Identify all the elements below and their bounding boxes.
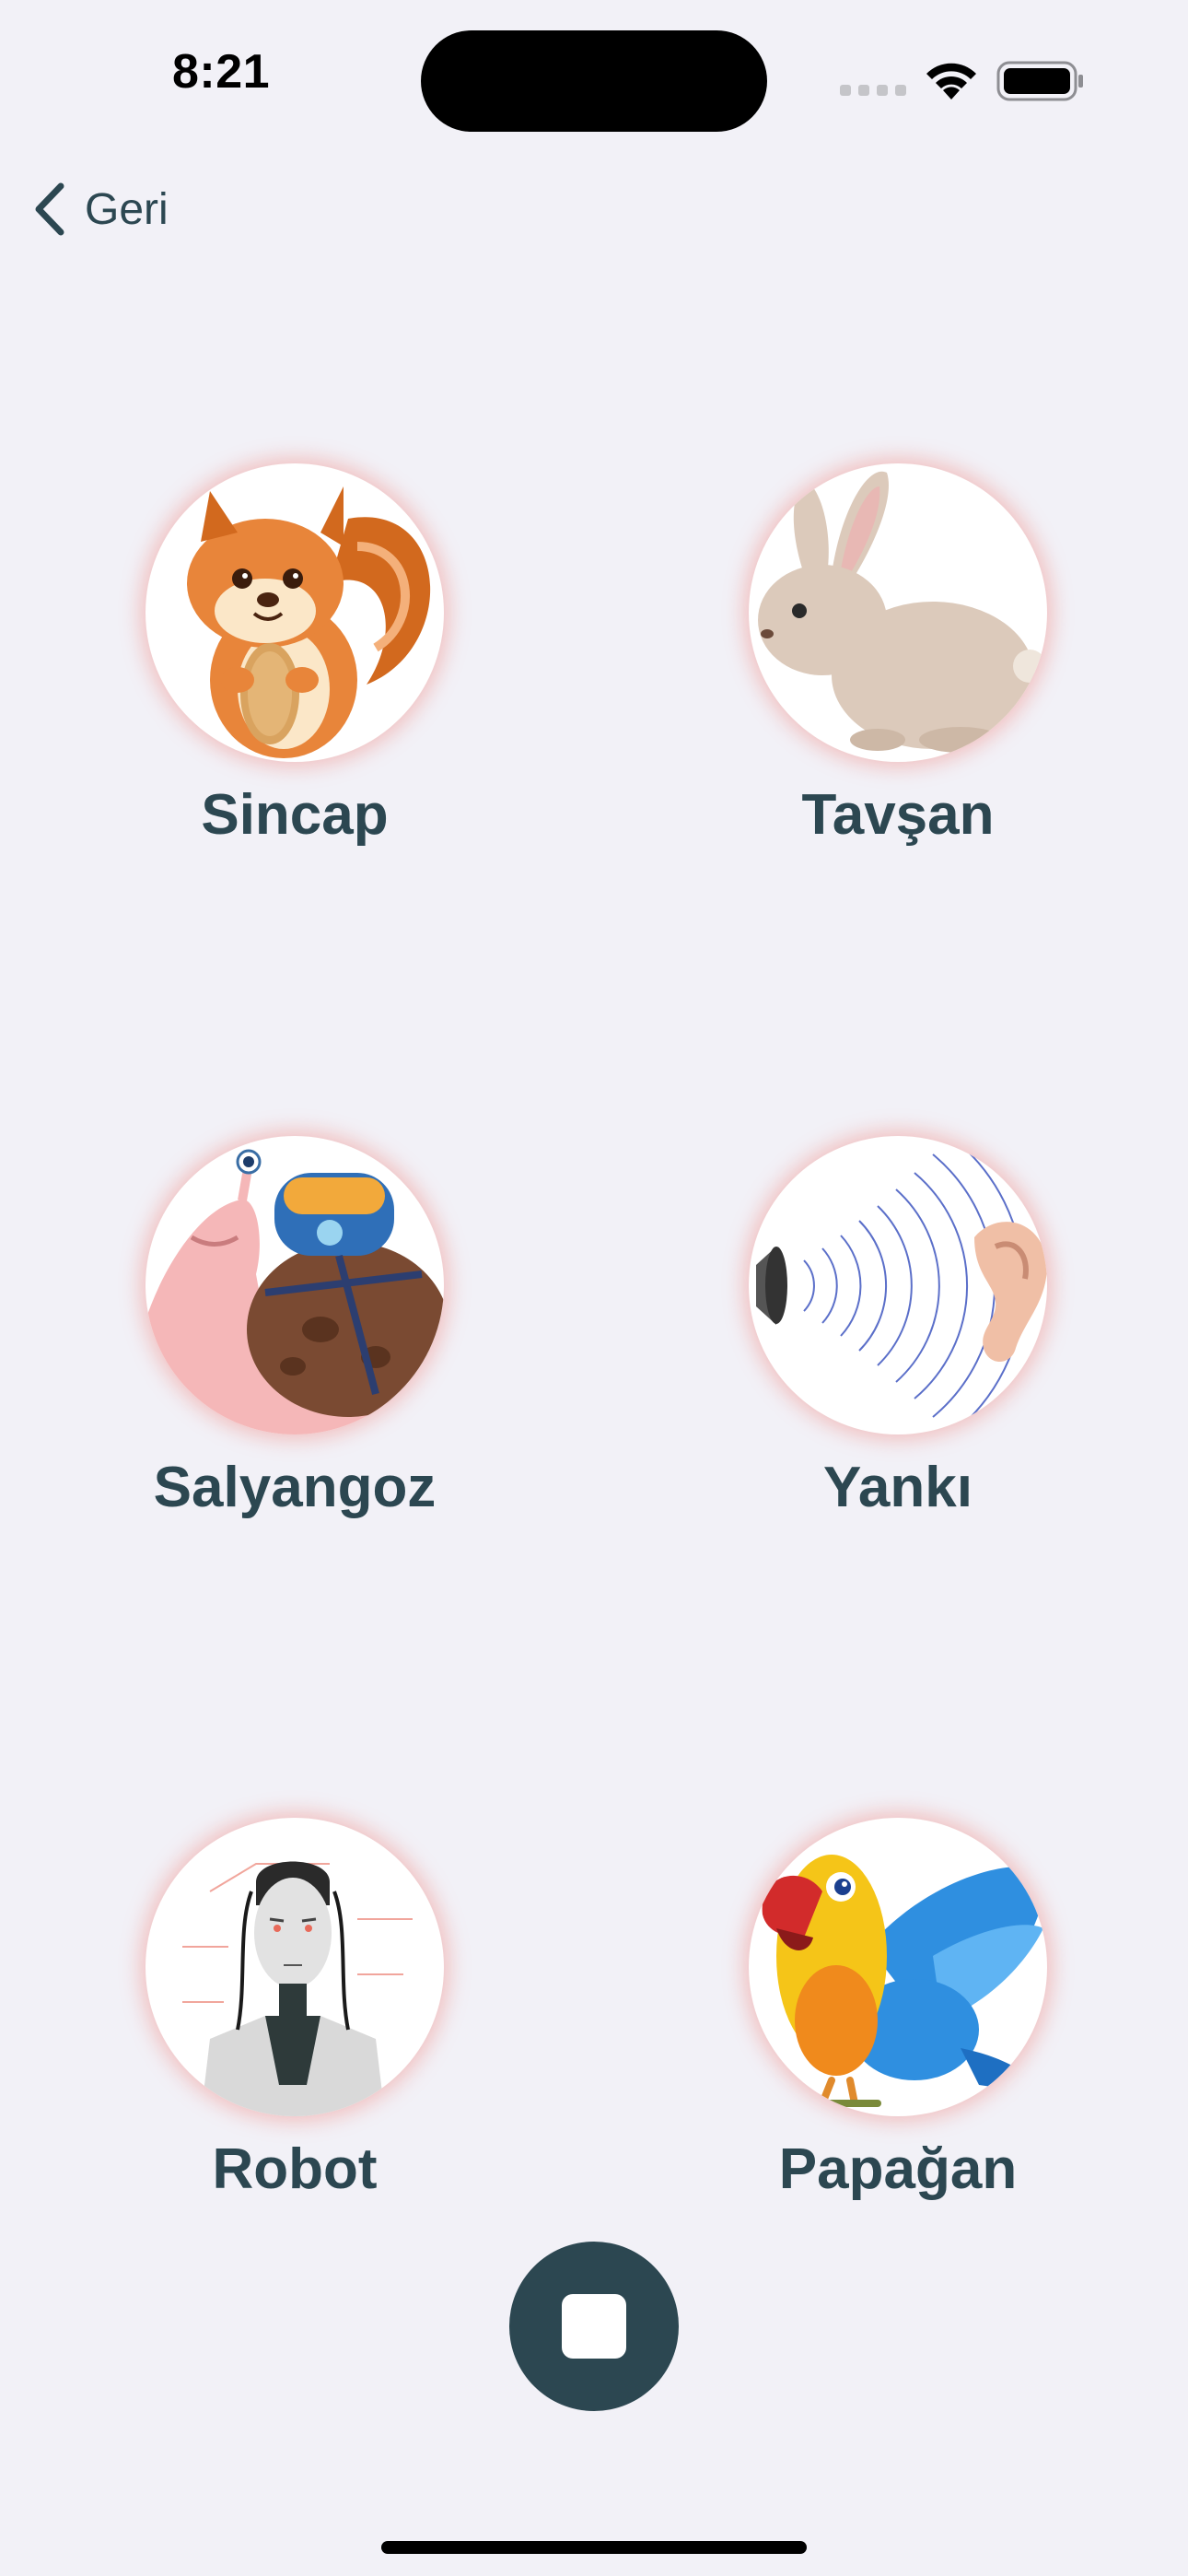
effect-sincap-image — [146, 463, 444, 762]
effect-papagan-image — [749, 1818, 1047, 2116]
echo-icon — [756, 1140, 1047, 1432]
chevron-left-icon — [35, 182, 64, 236]
squirrel-icon — [187, 486, 431, 758]
parrot-icon — [762, 1855, 1047, 2107]
rabbit-icon — [758, 471, 1046, 753]
effect-yanki-image — [749, 1136, 1047, 1434]
dynamic-island — [421, 30, 767, 132]
effect-robot-button[interactable]: Robot — [69, 1818, 511, 2260]
wifi-icon — [926, 63, 976, 100]
back-label: Geri — [85, 184, 169, 234]
effect-robot-image — [146, 1818, 444, 2116]
stop-button[interactable] — [509, 2242, 679, 2411]
effect-tavsan-label: Tavşan — [801, 783, 995, 847]
effect-salyangoz-label: Salyangoz — [153, 1456, 437, 1519]
effect-tavsan-button[interactable]: Tavşan — [672, 463, 1114, 906]
effect-papagan-label: Papağan — [778, 2137, 1018, 2201]
back-button[interactable]: Geri — [31, 177, 169, 241]
signal-icon — [840, 85, 906, 96]
effect-sincap-button[interactable]: Sincap — [69, 463, 511, 906]
battery-icon — [996, 61, 1083, 101]
home-indicator[interactable] — [381, 2541, 807, 2554]
robot-icon — [182, 1861, 413, 2116]
effect-salyangoz-button[interactable]: Salyangoz — [69, 1136, 511, 1578]
status-bar: 8:21 — [0, 0, 1188, 157]
effect-tavsan-image — [749, 463, 1047, 762]
stop-icon — [562, 2294, 626, 2359]
effect-papagan-button[interactable]: Papağan — [672, 1818, 1114, 2260]
effect-yanki-button[interactable]: Yankı — [672, 1136, 1114, 1578]
effect-yanki-label: Yankı — [823, 1456, 973, 1519]
effect-sincap-label: Sincap — [201, 783, 389, 847]
effect-salyangoz-image — [146, 1136, 444, 1434]
snail-icon — [146, 1149, 444, 1434]
status-time: 8:21 — [171, 45, 271, 99]
effect-robot-label: Robot — [212, 2137, 378, 2201]
